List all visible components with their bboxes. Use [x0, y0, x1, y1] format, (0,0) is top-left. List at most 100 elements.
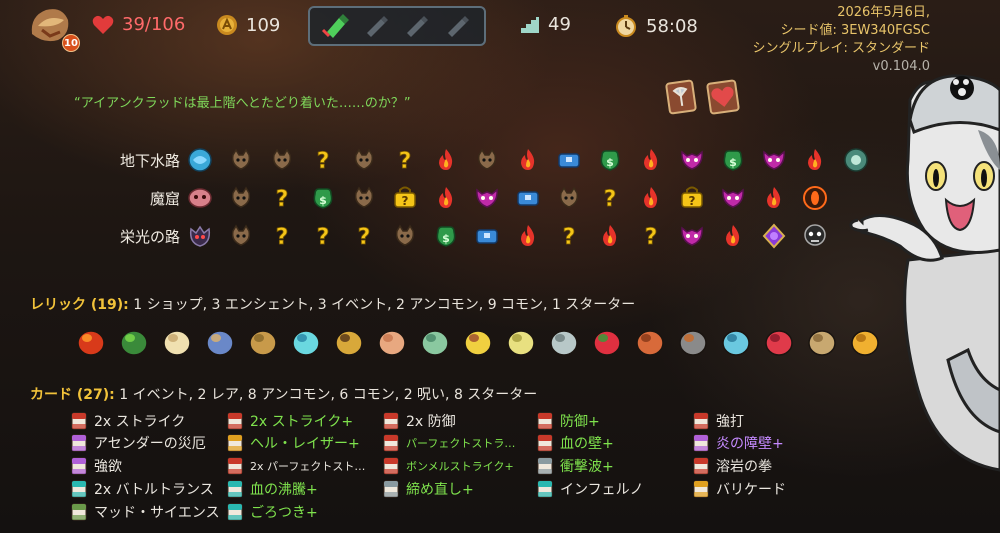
unknown-node[interactable]: ?: [392, 147, 418, 173]
potion-slot-2[interactable]: [360, 11, 394, 41]
card-entry[interactable]: パーフェクトストラ…: [382, 433, 515, 453]
character-portrait[interactable]: 10: [28, 4, 80, 52]
relic-node[interactable]: [761, 223, 787, 249]
relic-whetstone[interactable]: [545, 322, 583, 360]
card-entry[interactable]: ごろつき+: [226, 502, 318, 522]
unknown-node[interactable]: ?: [351, 223, 377, 249]
card-entry[interactable]: 締め直し+: [382, 479, 474, 499]
elite-node[interactable]: [433, 147, 459, 173]
relic-pipe[interactable]: [244, 322, 282, 360]
monster-node[interactable]: [269, 147, 295, 173]
potion-slot-4[interactable]: [441, 11, 475, 41]
elite-mask-node[interactable]: [679, 147, 705, 173]
relic-bag[interactable]: [803, 322, 841, 360]
elite-node[interactable]: [638, 185, 664, 211]
card-entry[interactable]: ヘル・レイザー+: [226, 433, 360, 453]
card-entry[interactable]: 強欲: [70, 456, 122, 476]
relic-mask[interactable]: [631, 322, 669, 360]
elite-node[interactable]: [720, 223, 746, 249]
relic-bead-bracelet[interactable]: [717, 322, 755, 360]
card-icon: [71, 434, 87, 452]
monster-node[interactable]: [228, 185, 254, 211]
elite-mask-node[interactable]: [679, 223, 705, 249]
elite-node[interactable]: [433, 185, 459, 211]
relic-teapot[interactable]: [416, 322, 454, 360]
card-entry[interactable]: 溶岩の拳: [692, 456, 772, 476]
monster-node[interactable]: [474, 147, 500, 173]
shop-node[interactable]: $: [597, 147, 623, 173]
monster-node[interactable]: [228, 147, 254, 173]
unknown-node[interactable]: ?: [638, 223, 664, 249]
relic-herb[interactable]: [115, 322, 153, 360]
card-entry[interactable]: 炎の障壁+: [692, 433, 784, 453]
axe-card-icon[interactable]: [662, 78, 700, 116]
card-entry[interactable]: インフェルノ: [536, 479, 644, 499]
act-boss-node[interactable]: [187, 185, 213, 211]
monster-node[interactable]: [351, 147, 377, 173]
relic-tin[interactable]: [201, 322, 239, 360]
boss-node[interactable]: [802, 185, 828, 211]
relic-strawberry[interactable]: [588, 322, 626, 360]
unknown-node[interactable]: ?: [310, 147, 336, 173]
relic-burning-blood[interactable]: [72, 322, 110, 360]
card-entry[interactable]: 2x ストライク+: [226, 411, 353, 431]
card-entry[interactable]: 衝撃波+: [536, 456, 614, 476]
elite-node[interactable]: [802, 147, 828, 173]
potion-slot-3[interactable]: [400, 11, 434, 41]
elite-mask-node[interactable]: [474, 185, 500, 211]
card-entry[interactable]: 2x 防御: [382, 411, 456, 431]
card-entry[interactable]: 2x バトルトランス: [70, 479, 214, 499]
card-entry[interactable]: 血の壁+: [536, 433, 614, 453]
elite-node[interactable]: [515, 147, 541, 173]
elite-mask-node[interactable]: [720, 185, 746, 211]
treasure-node[interactable]: [556, 147, 582, 173]
card-label: 強打: [716, 414, 744, 430]
monster-icon: [231, 148, 251, 170]
unknown-node[interactable]: ?: [556, 223, 582, 249]
unknown-node[interactable]: ?: [597, 185, 623, 211]
unknown-node[interactable]: ?: [269, 223, 295, 249]
shop-node[interactable]: $: [310, 185, 336, 211]
relic-anvil[interactable]: [674, 322, 712, 360]
unknown-node[interactable]: ?: [269, 185, 295, 211]
card-entry[interactable]: 強打: [692, 411, 744, 431]
relic-ice-shard[interactable]: [287, 322, 325, 360]
card-entry[interactable]: バリケード: [692, 479, 786, 499]
unknown-chest-node[interactable]: ?: [392, 185, 418, 211]
elite-node[interactable]: [638, 147, 664, 173]
card-entry[interactable]: 血の沸騰+: [226, 479, 318, 499]
shop-node[interactable]: $: [433, 223, 459, 249]
card-entry[interactable]: 防御+: [536, 411, 600, 431]
act-boss-node[interactable]: [187, 223, 213, 249]
relic-pear[interactable]: [502, 322, 540, 360]
monster-node[interactable]: [228, 223, 254, 249]
relic-cheese[interactable]: [158, 322, 196, 360]
relic-flower-pot[interactable]: [459, 322, 497, 360]
card-entry[interactable]: アセンダーの災厄: [70, 433, 206, 453]
boss-node[interactable]: [802, 223, 828, 249]
unknown-chest-node[interactable]: ?: [679, 185, 705, 211]
relic-bread[interactable]: [373, 322, 411, 360]
card-entry[interactable]: 2x パーフェクトスト…: [226, 456, 365, 476]
cat-mascot-icon: [849, 74, 1000, 472]
elite-node[interactable]: [515, 223, 541, 249]
potion-slot-1[interactable]: [319, 11, 353, 41]
elite-mask-node[interactable]: [761, 147, 787, 173]
card-entry[interactable]: ボンメルストライク+: [382, 456, 514, 476]
card-entry[interactable]: 2x ストライク: [70, 411, 185, 431]
elite-node[interactable]: [597, 223, 623, 249]
treasure-node[interactable]: [474, 223, 500, 249]
relic-lantern[interactable]: [330, 322, 368, 360]
relic-red-claw[interactable]: [760, 322, 798, 360]
elite-node[interactable]: [761, 185, 787, 211]
heart-card-icon[interactable]: [704, 78, 742, 116]
unknown-node[interactable]: ?: [310, 223, 336, 249]
hp-stat: 39/106: [92, 14, 185, 35]
monster-node[interactable]: [556, 185, 582, 211]
act-boss-node[interactable]: [187, 147, 213, 173]
treasure-node[interactable]: [515, 185, 541, 211]
monster-node[interactable]: [351, 185, 377, 211]
monster-node[interactable]: [392, 223, 418, 249]
card-entry[interactable]: マッド・サイエンス: [70, 502, 220, 522]
shop-node[interactable]: $: [720, 147, 746, 173]
